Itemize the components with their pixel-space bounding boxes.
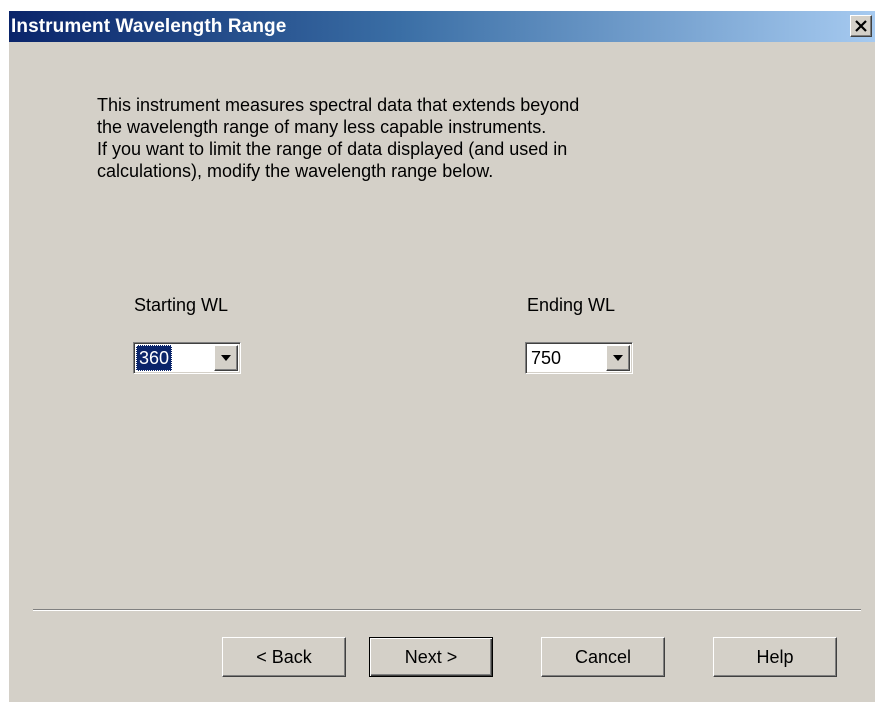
chevron-down-icon (221, 355, 231, 361)
starting-wl-label: Starting WL (134, 295, 229, 315)
button-separator (33, 609, 861, 611)
ending-wl-combobox[interactable]: 750 (525, 342, 633, 374)
window-title: Instrument Wavelength Range (11, 16, 287, 37)
cancel-button[interactable]: Cancel (541, 637, 665, 677)
description-text: This instrument measures spectral data t… (97, 95, 580, 181)
wizard-dialog: Instrument Wavelength Range This instrum… (9, 11, 875, 702)
ending-wl-label: Ending WL (527, 295, 616, 315)
starting-wl-dropdown-button[interactable] (214, 345, 238, 371)
title-bar[interactable]: Instrument Wavelength Range (9, 11, 875, 42)
ending-wl-dropdown-button[interactable] (606, 345, 630, 371)
ending-wl-value[interactable]: 750 (528, 345, 564, 371)
close-icon (855, 20, 867, 32)
help-button[interactable]: Help (713, 637, 837, 677)
starting-wl-value[interactable]: 360 (136, 345, 173, 371)
close-button[interactable] (850, 15, 872, 37)
next-button[interactable]: Next > (369, 637, 493, 677)
back-button[interactable]: < Back (222, 637, 346, 677)
chevron-down-icon (613, 355, 623, 361)
starting-wl-combobox[interactable]: 360 (133, 342, 241, 374)
